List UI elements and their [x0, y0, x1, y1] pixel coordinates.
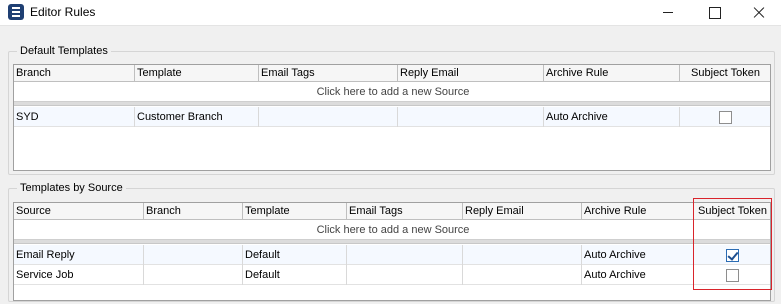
column-header-branch[interactable]: Branch [144, 203, 243, 220]
cell-archive-rule[interactable]: Auto Archive [544, 107, 680, 127]
close-button[interactable] [737, 0, 781, 26]
row-separator [14, 102, 770, 106]
cell-archive-rule[interactable]: Auto Archive [582, 265, 694, 285]
column-header-subject-token[interactable]: Subject Token [680, 65, 770, 82]
add-source-row[interactable]: Click here to add a new Source [14, 220, 770, 240]
column-header-template[interactable]: Template [135, 65, 259, 82]
column-header-branch[interactable]: Branch [14, 65, 135, 82]
cell-source[interactable]: Email Reply [14, 245, 144, 265]
column-header-email-tags[interactable]: Email Tags [347, 203, 463, 220]
cell-reply-email[interactable] [463, 245, 582, 265]
maximize-button[interactable] [692, 0, 736, 26]
column-header-archive-rule[interactable]: Archive Rule [582, 203, 694, 220]
table-row[interactable]: SYD Customer Branch Auto Archive [14, 107, 770, 127]
column-header-template[interactable]: Template [243, 203, 347, 220]
cell-email-tags[interactable] [347, 265, 463, 285]
table-row[interactable]: Email Reply Default Auto Archive [14, 245, 770, 265]
default-templates-group: Default Templates Branch Template Email … [8, 44, 775, 175]
cell-branch[interactable] [144, 265, 243, 285]
templates-by-source-group: Templates by Source Source Branch Templa… [8, 181, 775, 302]
column-header-email-tags[interactable]: Email Tags [259, 65, 398, 82]
subject-token-checkbox[interactable] [726, 248, 739, 262]
cell-archive-rule[interactable]: Auto Archive [582, 245, 694, 265]
add-source-row[interactable]: Click here to add a new Source [14, 82, 770, 102]
app-icon [8, 4, 24, 20]
cell-branch[interactable]: SYD [14, 107, 135, 127]
cell-email-tags[interactable] [347, 245, 463, 265]
cell-email-tags[interactable] [259, 107, 398, 127]
column-header-reply-email[interactable]: Reply Email [463, 203, 582, 220]
cell-subject-token[interactable] [694, 245, 770, 265]
window-title: Editor Rules [30, 5, 96, 19]
templates-by-source-header: Source Branch Template Email Tags Reply … [14, 203, 770, 220]
cell-template[interactable]: Customer Branch [135, 107, 259, 127]
minimize-button[interactable] [646, 0, 690, 26]
column-header-archive-rule[interactable]: Archive Rule [544, 65, 680, 82]
column-header-subject-token[interactable]: Subject Token [694, 203, 770, 220]
editor-rules-window: Editor Rules Default Templates Branch Te… [0, 0, 781, 304]
cell-template[interactable]: Default [243, 265, 347, 285]
subject-token-checkbox[interactable] [726, 268, 739, 282]
cell-reply-email[interactable] [398, 107, 544, 127]
subject-token-checkbox[interactable] [719, 110, 732, 124]
cell-subject-token[interactable] [680, 107, 770, 127]
table-row[interactable]: Service Job Default Auto Archive [14, 265, 770, 285]
cell-subject-token[interactable] [694, 265, 770, 285]
column-header-reply-email[interactable]: Reply Email [398, 65, 544, 82]
cell-source[interactable]: Service Job [14, 265, 144, 285]
default-templates-grid: Branch Template Email Tags Reply Email A… [13, 64, 771, 171]
default-templates-label: Default Templates [17, 44, 111, 58]
title-bar[interactable]: Editor Rules [0, 0, 781, 26]
row-separator [14, 240, 770, 244]
column-header-source[interactable]: Source [14, 203, 144, 220]
templates-by-source-label: Templates by Source [17, 181, 126, 195]
cell-branch[interactable] [144, 245, 243, 265]
cell-reply-email[interactable] [463, 265, 582, 285]
templates-by-source-grid: Source Branch Template Email Tags Reply … [13, 202, 771, 301]
cell-template[interactable]: Default [243, 245, 347, 265]
default-templates-header: Branch Template Email Tags Reply Email A… [14, 65, 770, 82]
